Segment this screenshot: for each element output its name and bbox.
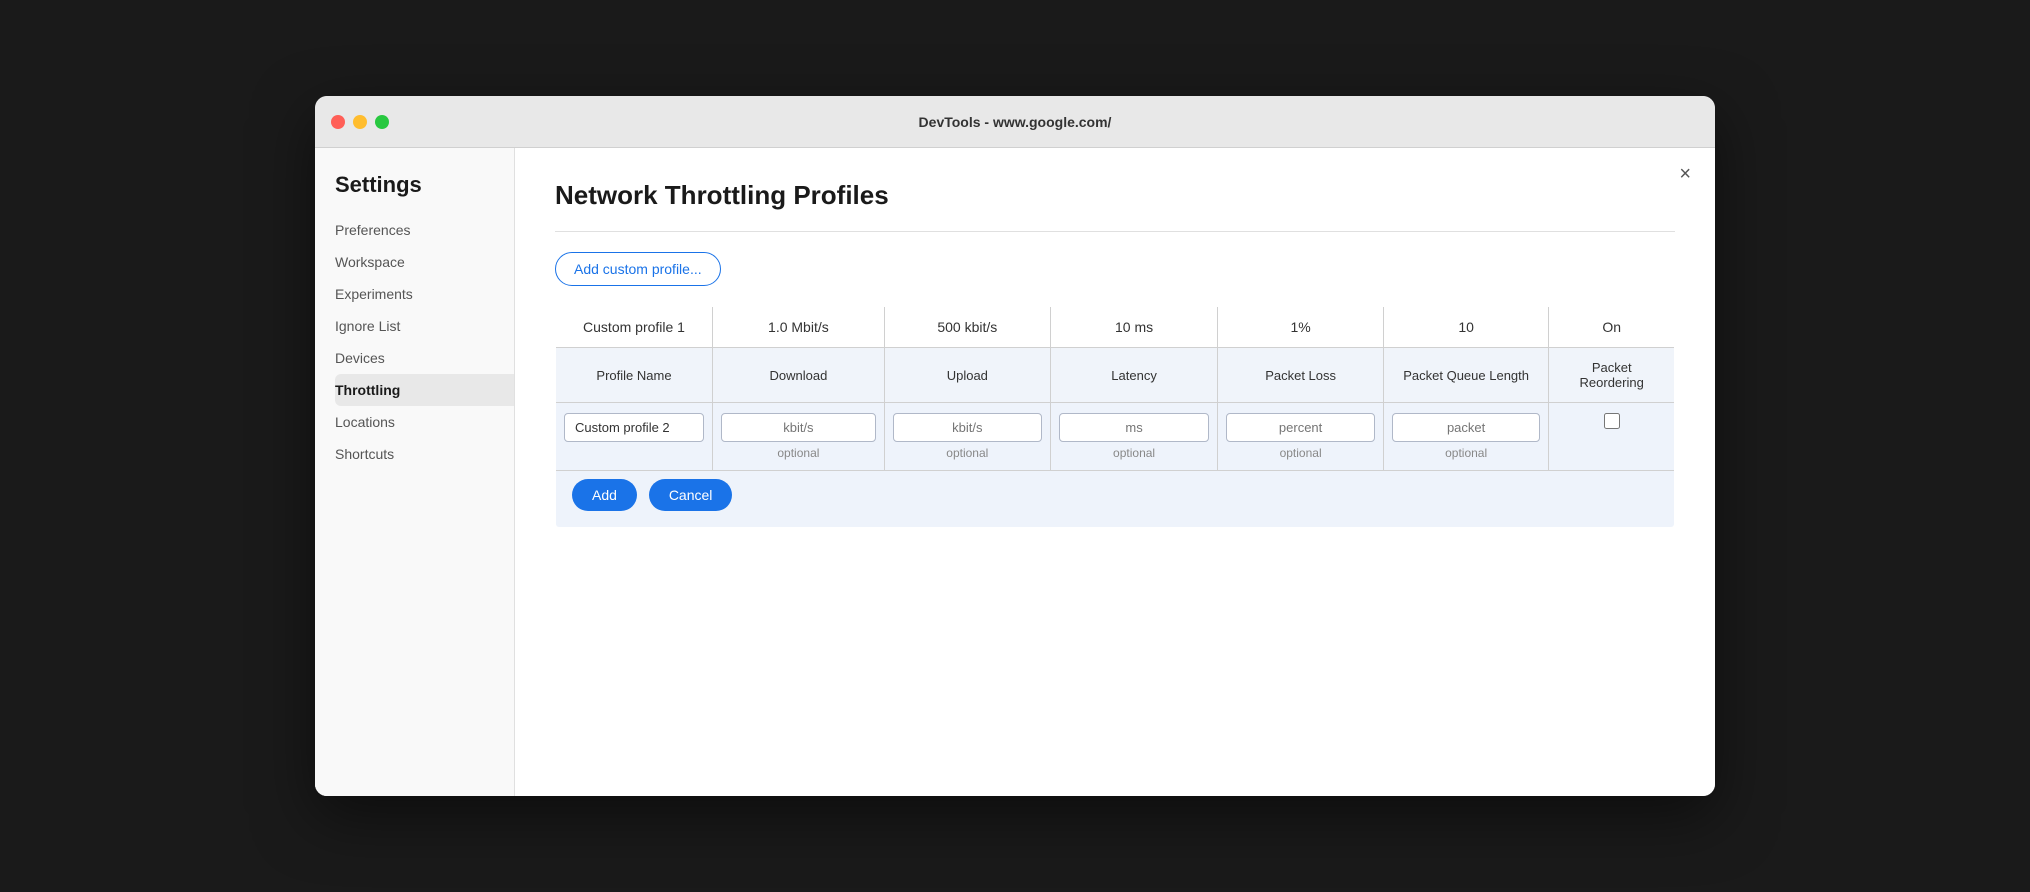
header-download: Download [713,348,885,403]
header-packet-reordering: Packet Reordering [1549,348,1675,403]
header-packet-queue: Packet Queue Length [1383,348,1549,403]
packet-loss-input[interactable] [1226,413,1375,442]
upload-wrapper: optional [893,413,1042,460]
download-hint: optional [777,446,819,460]
actions-cell: Add Cancel [556,471,1675,528]
sidebar-item-experiments[interactable]: Experiments [335,278,514,310]
existing-profile-upload: 500 kbit/s [884,307,1050,348]
upload-hint: optional [946,446,988,460]
packet-loss-wrapper: optional [1226,413,1375,460]
packet-reordering-wrapper [1557,413,1666,429]
sidebar-item-locations[interactable]: Locations [335,406,514,438]
sidebar-item-ignore-list[interactable]: Ignore List [335,310,514,342]
minimize-window-button[interactable] [353,115,367,129]
existing-profile-name: Custom profile 1 [556,307,713,348]
existing-profile-download: 1.0 Mbit/s [713,307,885,348]
sidebar: Settings Preferences Workspace Experimen… [315,148,515,796]
latency-hint: optional [1113,446,1155,460]
packet-queue-wrapper: optional [1392,413,1541,460]
actions-row: Add Cancel [556,471,1675,528]
packet-queue-hint: optional [1445,446,1487,460]
existing-profile-packet-queue: 10 [1383,307,1549,348]
latency-wrapper: optional [1059,413,1210,460]
divider [555,231,1675,232]
profile-name-input[interactable] [564,413,704,442]
devtools-window: DevTools - www.google.com/ Settings Pref… [315,96,1715,796]
table-header-row: Profile Name Download Upload Latency Pac… [556,348,1675,403]
existing-profile-packet-reordering: On [1549,307,1675,348]
input-cell-name [556,403,713,471]
download-input[interactable] [721,413,876,442]
input-cell-packet-loss: optional [1218,403,1384,471]
sidebar-item-throttling[interactable]: Throttling [335,374,514,406]
page-title: Network Throttling Profiles [555,180,1675,211]
download-wrapper: optional [721,413,876,460]
header-latency: Latency [1050,348,1218,403]
add-custom-profile-button[interactable]: Add custom profile... [555,252,721,286]
main-content: × Network Throttling Profiles Add custom… [515,148,1715,796]
content-area: Settings Preferences Workspace Experimen… [315,148,1715,796]
window-title: DevTools - www.google.com/ [919,114,1112,130]
input-cell-download: optional [713,403,885,471]
add-button[interactable]: Add [572,479,637,511]
sidebar-title: Settings [335,172,514,198]
existing-profile-packet-loss: 1% [1218,307,1384,348]
input-cell-packet-queue: optional [1383,403,1549,471]
header-upload: Upload [884,348,1050,403]
maximize-window-button[interactable] [375,115,389,129]
packet-loss-hint: optional [1280,446,1322,460]
titlebar: DevTools - www.google.com/ [315,96,1715,148]
sidebar-item-devices[interactable]: Devices [335,342,514,374]
existing-profile-row: Custom profile 1 1.0 Mbit/s 500 kbit/s 1… [556,307,1675,348]
input-cell-latency: optional [1050,403,1218,471]
profiles-table: Custom profile 1 1.0 Mbit/s 500 kbit/s 1… [555,306,1675,528]
header-profile-name: Profile Name [556,348,713,403]
window-controls [331,115,389,129]
close-button[interactable]: × [1679,164,1691,184]
packet-queue-input[interactable] [1392,413,1541,442]
sidebar-item-preferences[interactable]: Preferences [335,214,514,246]
header-packet-loss: Packet Loss [1218,348,1384,403]
close-window-button[interactable] [331,115,345,129]
upload-input[interactable] [893,413,1042,442]
sidebar-item-workspace[interactable]: Workspace [335,246,514,278]
packet-reordering-checkbox[interactable] [1604,413,1620,429]
cancel-button[interactable]: Cancel [649,479,733,511]
new-profile-input-row: optional optional optional [556,403,1675,471]
sidebar-item-shortcuts[interactable]: Shortcuts [335,438,514,470]
input-cell-upload: optional [884,403,1050,471]
latency-input[interactable] [1059,413,1210,442]
input-cell-packet-reordering [1549,403,1675,471]
existing-profile-latency: 10 ms [1050,307,1218,348]
